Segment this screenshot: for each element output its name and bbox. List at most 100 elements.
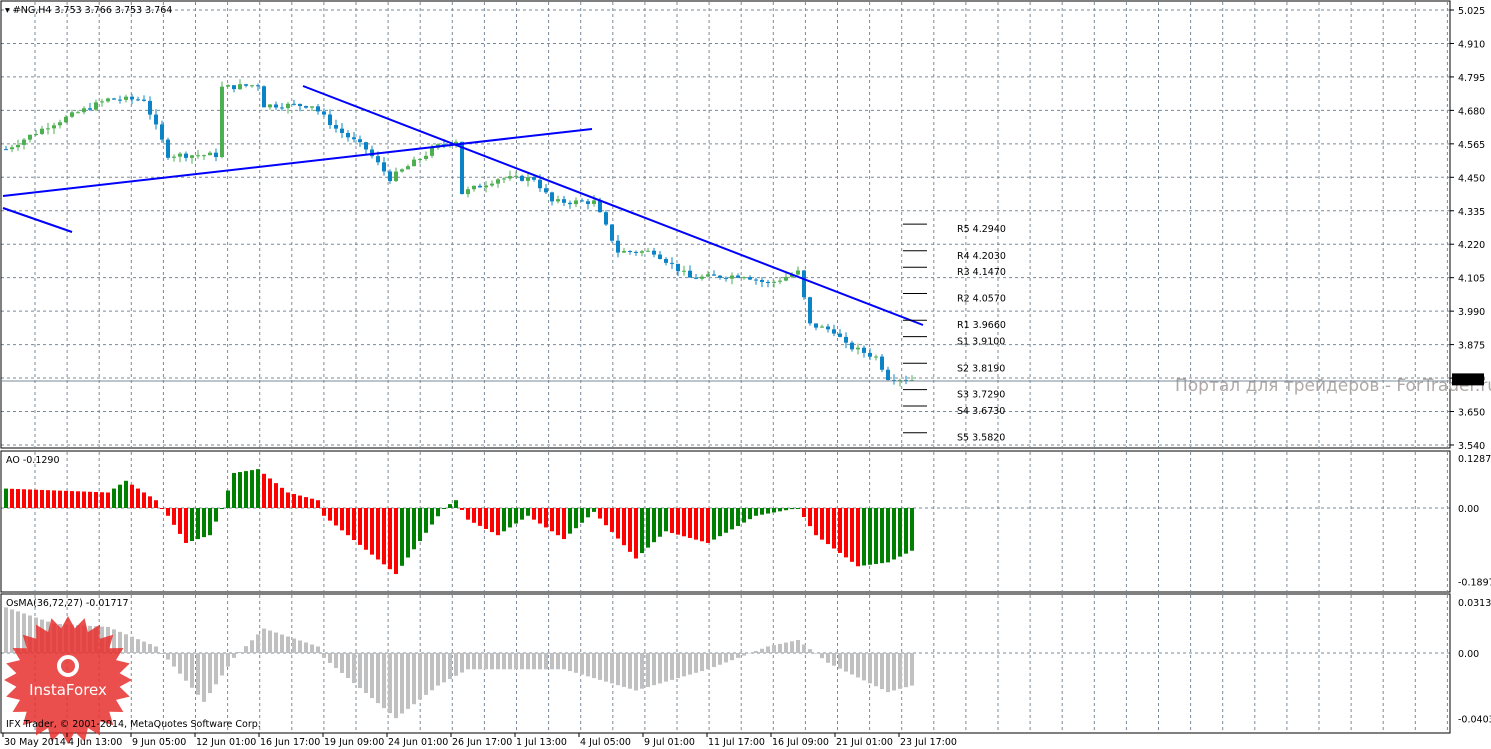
candle: [670, 257, 674, 269]
candle-body: [460, 141, 464, 195]
osma-bar: [826, 653, 830, 663]
ao-bar: [136, 488, 140, 508]
candle-body: [760, 280, 764, 282]
candle-body: [184, 153, 188, 158]
osma-bar: [892, 653, 896, 691]
candle-body: [538, 179, 542, 189]
osma-bar: [442, 653, 446, 683]
candle: [520, 174, 524, 182]
pivot-label: R1 3.9660: [957, 320, 1006, 331]
osma-bar: [724, 653, 728, 663]
candle: [856, 343, 860, 355]
ao-bar: [76, 491, 80, 508]
x-tick-label: 9 Jul 01:00: [644, 737, 695, 748]
candle: [118, 95, 122, 104]
ao-bar: [214, 508, 218, 522]
osma-bar: [592, 653, 596, 679]
candle-body: [832, 329, 836, 334]
candle: [892, 374, 896, 385]
osma-bar: [340, 653, 344, 673]
ao-bar: [166, 508, 170, 516]
osma-bar: [286, 636, 290, 653]
candle-body: [202, 155, 206, 157]
candle: [388, 169, 392, 184]
candle-body: [238, 84, 242, 90]
osma-bar: [700, 653, 704, 672]
candle-body: [190, 155, 194, 158]
ao-bar: [172, 508, 176, 525]
candle: [862, 345, 866, 358]
y-tick-label: -0.1897: [1458, 578, 1491, 589]
y-tick-label: 4.680: [1458, 106, 1485, 117]
osma-title: OsMA(36,72,27) -0.01717: [6, 598, 129, 609]
candle: [748, 275, 752, 281]
candle-body: [310, 106, 314, 108]
osma-bar: [802, 644, 806, 653]
osma-bar: [418, 653, 422, 700]
osma-bar: [820, 653, 824, 659]
candle-body: [478, 185, 482, 188]
candle-body: [568, 202, 572, 205]
candle: [190, 154, 194, 164]
ao-bar: [892, 508, 896, 560]
osma-bar: [784, 642, 788, 653]
candle: [418, 157, 422, 164]
osma-bar: [124, 634, 128, 653]
candle: [214, 148, 218, 162]
ao-bar: [652, 508, 656, 543]
candle-body: [112, 98, 116, 100]
candle-body: [748, 277, 752, 280]
osma-bar: [22, 613, 26, 653]
candle: [730, 272, 734, 285]
pivot-label: R2 4.0570: [957, 294, 1006, 305]
ao-bar: [52, 490, 56, 508]
candle-body: [562, 199, 566, 203]
ao-histogram: [4, 469, 914, 575]
ao-bar: [148, 496, 152, 508]
ao-bar: [496, 508, 500, 536]
candle: [832, 324, 836, 337]
ao-bar: [124, 480, 128, 508]
osma-bar: [520, 653, 524, 670]
grid: [1, 2, 1450, 732]
ao-bar: [472, 508, 476, 523]
ao-bar: [628, 508, 632, 552]
trendlines[interactable]: [2, 85, 924, 326]
candle: [124, 94, 128, 103]
osma-bar: [184, 653, 188, 681]
candle-body: [286, 103, 290, 109]
ao-bar: [532, 508, 536, 520]
candle-body: [28, 134, 32, 140]
candle-body: [40, 128, 44, 134]
osma-bar: [598, 653, 602, 680]
candle-body: [124, 96, 128, 100]
osma-histogram: [4, 607, 914, 719]
osma-bar: [814, 653, 818, 654]
osma-bar: [586, 653, 590, 677]
osma-bar: [394, 653, 398, 719]
ao-bar: [424, 508, 428, 533]
candle: [406, 164, 410, 170]
candle-body: [736, 275, 740, 278]
ao-bar: [340, 508, 344, 531]
osma-bar: [658, 653, 662, 684]
ao-bar: [802, 508, 806, 518]
osma-bar: [730, 653, 734, 661]
candle: [274, 101, 278, 110]
candle: [574, 197, 578, 208]
osma-bar: [574, 653, 578, 673]
candle: [250, 84, 254, 88]
osma-bar: [448, 653, 452, 680]
osma-bar: [610, 653, 614, 684]
ao-bar: [388, 508, 392, 570]
ao-bar: [526, 508, 530, 516]
candle-body: [472, 185, 476, 190]
candle: [142, 95, 146, 102]
ao-bar: [478, 508, 482, 526]
chart-canvas[interactable]: Портал для трейдеров - ForTrader.ru Inst…: [0, 0, 1491, 749]
y-tick-label: 3.540: [1458, 441, 1485, 452]
candle-body: [754, 279, 758, 281]
candle-body: [622, 250, 626, 253]
candle-body: [376, 156, 380, 163]
ao-bar: [310, 498, 314, 508]
